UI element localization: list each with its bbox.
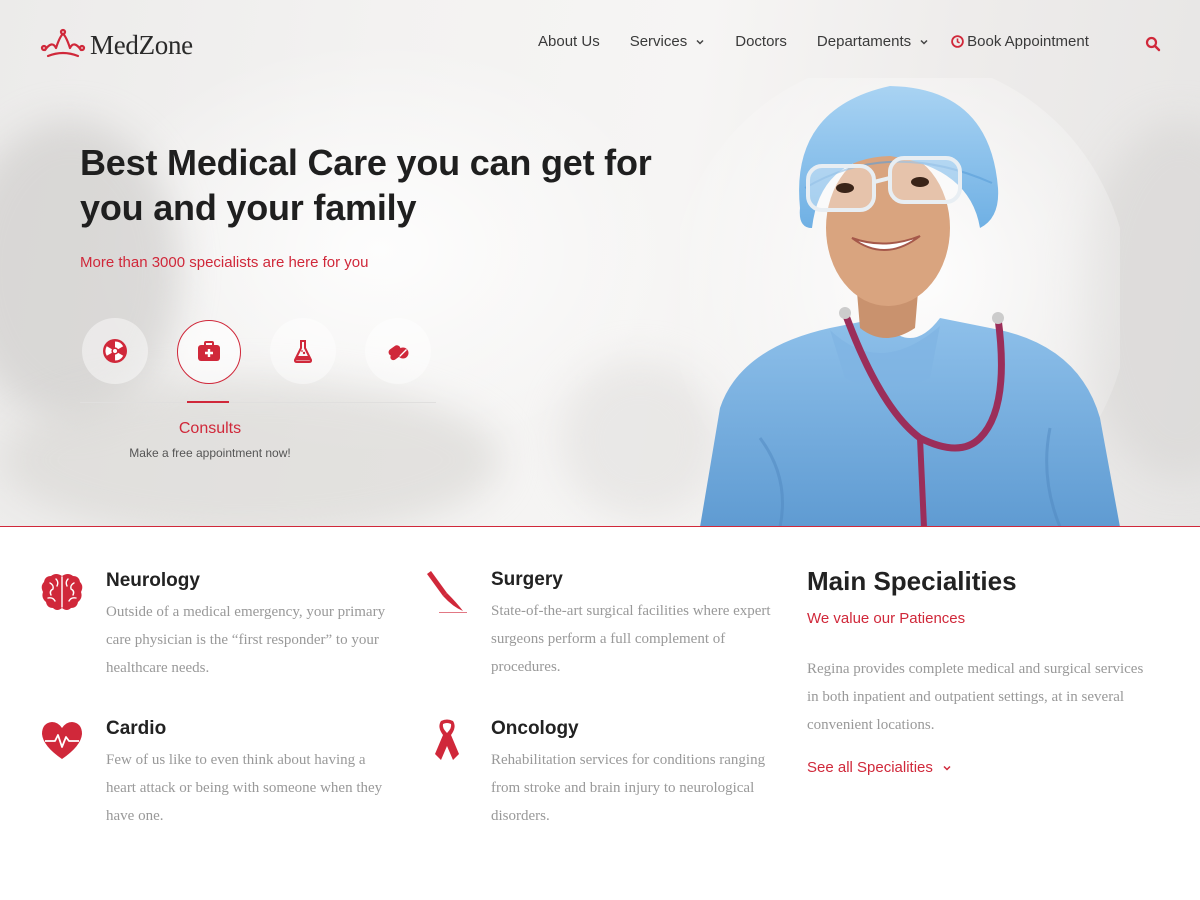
- logo-text: MedZone: [90, 29, 193, 60]
- service-icon-tabs: [80, 318, 436, 404]
- radiation-icon: [103, 339, 127, 363]
- hero-nurse-image: [680, 78, 1120, 527]
- section-subtitle: We value our Patiences: [807, 610, 966, 627]
- brain-icon: [41, 574, 83, 610]
- book-appointment-label: Book Appointment: [967, 33, 1089, 50]
- book-appointment-link[interactable]: Book Appointment: [951, 33, 1089, 50]
- nav-item-label: Departaments: [816, 33, 912, 50]
- crown-icon: [40, 28, 86, 58]
- nav-item-doctors[interactable]: Doctors: [735, 33, 787, 50]
- chevron-down-icon: [696, 39, 704, 45]
- active-tab-indicator: [187, 401, 229, 403]
- nav-item-label: Services: [629, 33, 688, 50]
- tab-radiology[interactable]: [82, 318, 148, 384]
- nav-item-about-us[interactable]: About Us: [538, 33, 600, 50]
- flask-icon: [293, 340, 313, 363]
- active-tab-title: Consults: [178, 420, 242, 437]
- scalpel-icon: [427, 571, 467, 613]
- main-specialities: Main Specialities We value our Patiences…: [807, 566, 1167, 777]
- nav-item-services[interactable]: Services: [630, 33, 706, 50]
- tabs-divider: [80, 402, 436, 403]
- ribbon-icon: [435, 719, 459, 760]
- pills-icon: [388, 345, 409, 361]
- see-all-specialities-link[interactable]: See all Specialities: [807, 759, 952, 776]
- hero-title: Best Medical Care you can get for you an…: [80, 142, 652, 228]
- nav-item-departaments[interactable]: Departaments: [817, 33, 929, 50]
- logo[interactable]: MedZone: [40, 28, 193, 62]
- section-title: Main Specialities: [807, 566, 1017, 596]
- feature-title: Cardio: [106, 718, 167, 739]
- main-nav: About Us Services Doctors Departaments B…: [538, 33, 1089, 50]
- nav-item-label: Doctors: [735, 33, 787, 50]
- tab-laboratory[interactable]: [270, 318, 336, 384]
- feature-description: State-of-the-art surgical facilities whe…: [491, 603, 771, 675]
- feature-title: Oncology: [491, 718, 579, 739]
- feature-description: Few of us like to even think about havin…: [106, 752, 383, 824]
- feature-title: Surgery: [491, 569, 563, 590]
- tab-consults[interactable]: [177, 320, 241, 384]
- first-aid-kit-icon: [198, 341, 220, 361]
- hero-divider: [0, 526, 1200, 527]
- hero-subtitle: More than 3000 specialists are here for …: [80, 254, 369, 271]
- chevron-down-icon: [943, 765, 951, 771]
- link-label: See all Specialities: [807, 759, 933, 776]
- feature-title: Neurology: [106, 570, 200, 591]
- tab-pharmacy[interactable]: [365, 318, 431, 384]
- chevron-down-icon: [920, 39, 928, 45]
- nav-item-label: About Us: [538, 33, 600, 50]
- feature-description: Outside of a medical emergency, your pri…: [106, 604, 386, 676]
- clock-icon: [951, 35, 964, 48]
- heart-pulse-icon: [42, 722, 82, 759]
- search-icon[interactable]: [1145, 36, 1161, 52]
- feature-description: Rehabilitation services for conditions r…: [491, 752, 766, 824]
- section-description: Regina provides complete medical and sur…: [807, 661, 1144, 733]
- active-tab-description: Make a free appointment now!: [129, 446, 291, 460]
